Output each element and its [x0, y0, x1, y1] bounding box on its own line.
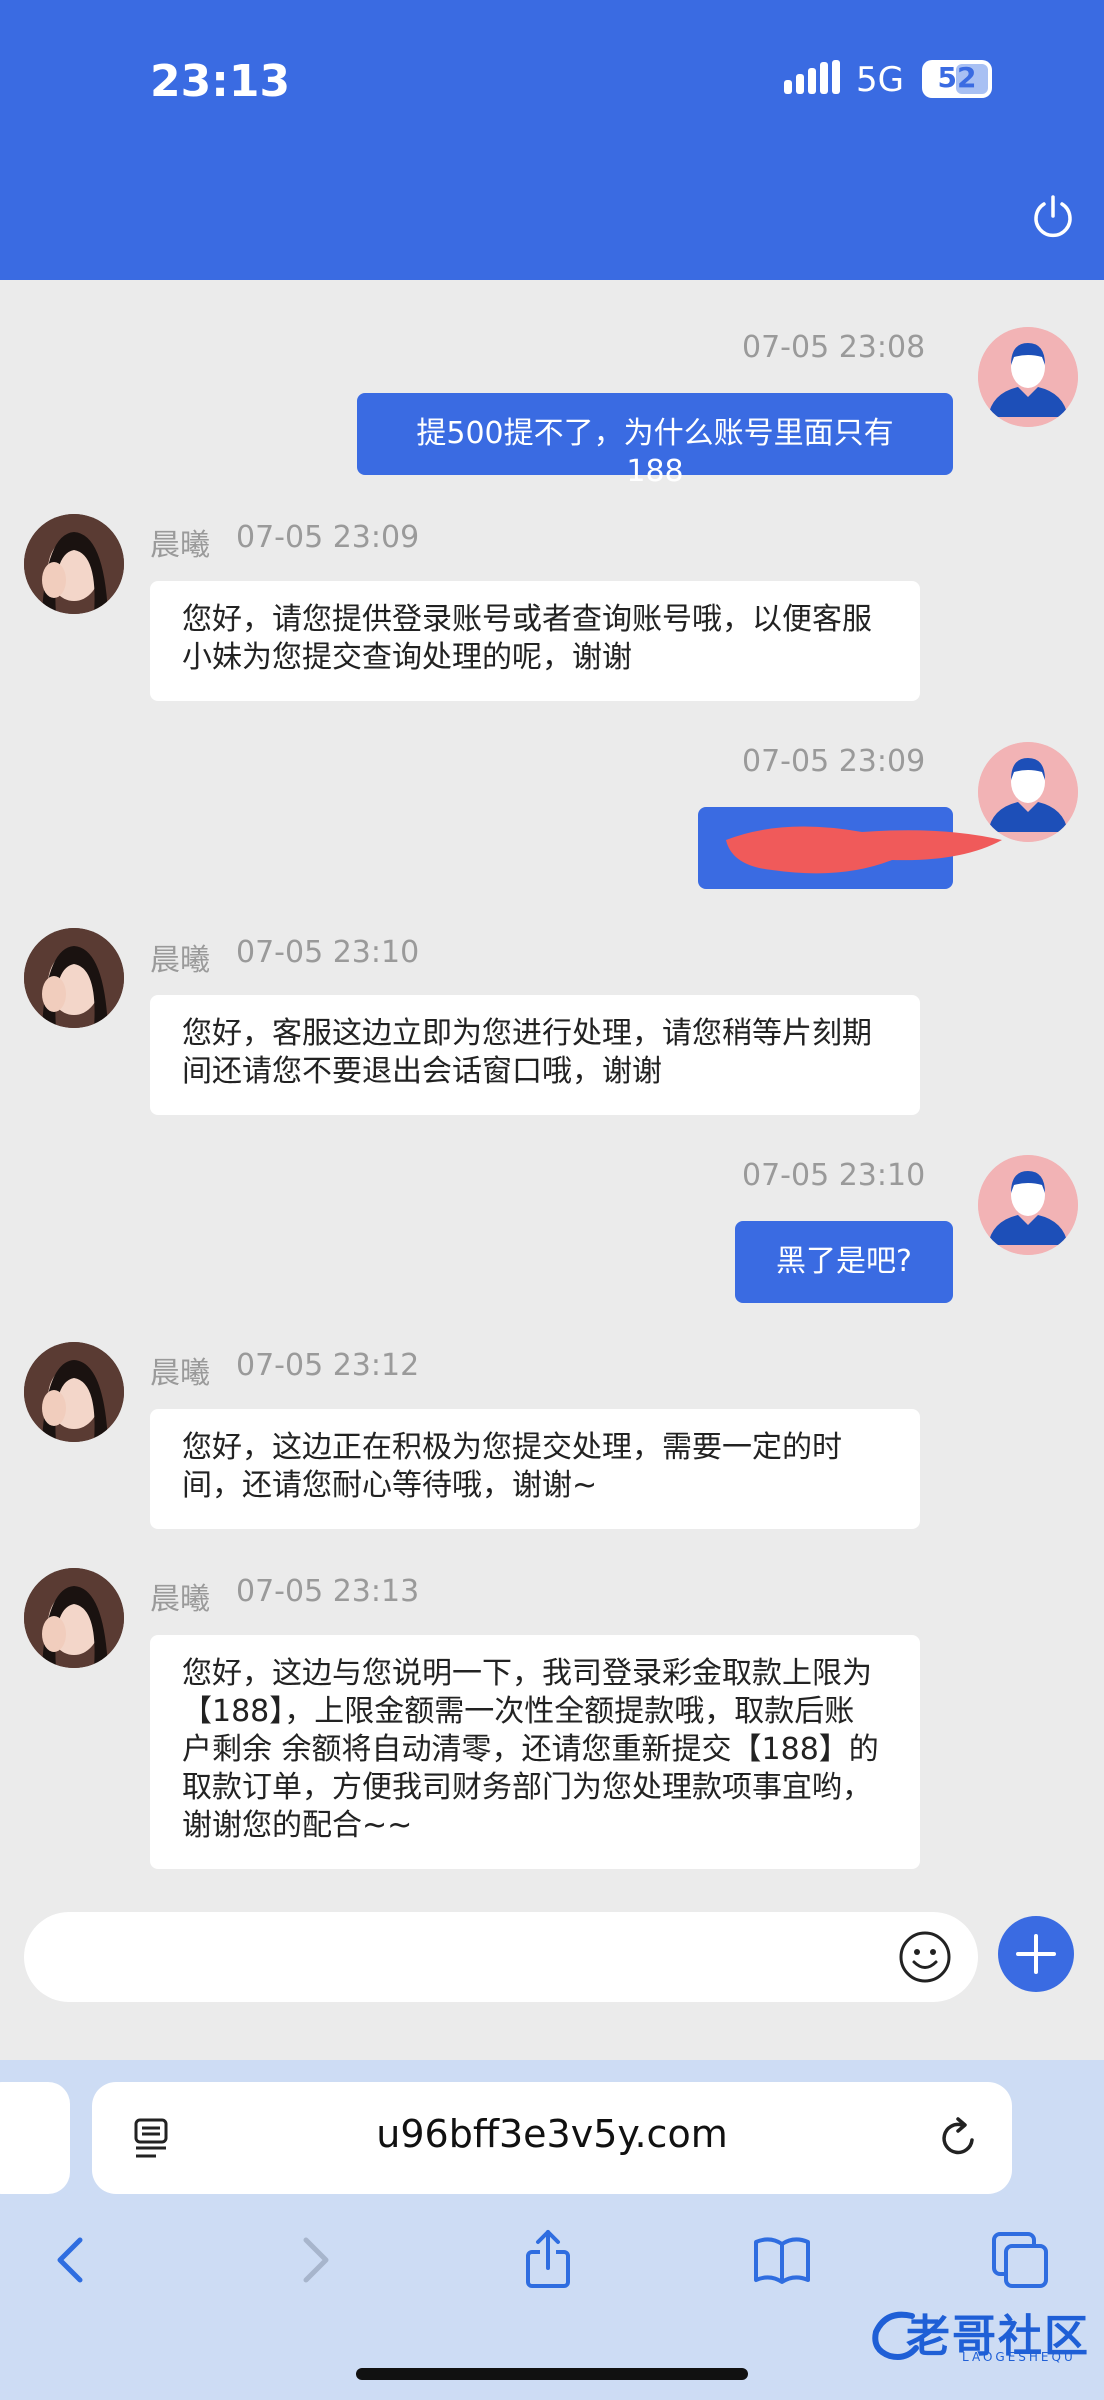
emoji-icon[interactable]: [898, 1930, 952, 1984]
message-timestamp: 07-05 23:08: [742, 330, 926, 365]
incoming-message[interactable]: 您好，这边正在积极为您提交处理，需要一定的时 间，还请您耐心等待哦，谢谢~: [150, 1409, 920, 1529]
agent-name: 晨曦: [150, 1356, 210, 1391]
chat-area: 07-05 23:08 提500提不了，为什么账号里面只有188 晨曦 07-0…: [0, 280, 1104, 1880]
redaction-scribble: [726, 826, 1002, 874]
message-line: 您好，请您提供登录账号或者查询账号哦，以便客服: [182, 602, 872, 637]
agent-name: 晨曦: [150, 943, 210, 978]
url-text: u96bff3e3v5y.com: [376, 2112, 728, 2156]
agent-avatar: [24, 928, 124, 1028]
user-avatar: [978, 327, 1078, 427]
message-line: 户剩余 余额将自动清零，还请您重新提交【188】的: [182, 1732, 879, 1767]
status-time: 23:13: [150, 56, 291, 107]
signal-icon: [784, 60, 840, 100]
message-line: 您好，这边与您说明一下，我司登录彩金取款上限为: [182, 1656, 872, 1691]
message-line: 【188】，上限金额需一次性全额提款哦，取款后账: [182, 1694, 855, 1729]
address-bar[interactable]: u96bff3e3v5y.com: [92, 2082, 1012, 2194]
tabs-icon[interactable]: [988, 2228, 1052, 2292]
bookmarks-icon[interactable]: [750, 2228, 814, 2292]
incoming-message[interactable]: 您好，这边与您说明一下，我司登录彩金取款上限为 【188】，上限金额需一次性全额…: [150, 1635, 920, 1869]
agent-avatar: [24, 1342, 124, 1442]
outgoing-message[interactable]: 黑了是吧?: [735, 1221, 953, 1303]
outgoing-message[interactable]: 提500提不了，为什么账号里面只有188: [357, 393, 953, 489]
message-line: 谢谢您的配合~~: [182, 1808, 413, 1843]
plus-button[interactable]: [998, 1916, 1074, 1992]
network-type: 5G: [856, 60, 904, 100]
power-icon[interactable]: [1030, 194, 1076, 240]
agent-name: 晨曦: [150, 1582, 210, 1617]
home-indicator[interactable]: [356, 2368, 748, 2380]
watermark-subtext: LAOGESHEQU: [962, 2350, 1076, 2364]
message-line: 间，还请您耐心等待哦，谢谢~: [182, 1468, 598, 1503]
app-header: 23:13 5G 52: [0, 0, 1104, 280]
incoming-message[interactable]: 您好，请您提供登录账号或者查询账号哦，以便客服 小妹为您提交查询处理的呢，谢谢: [150, 581, 920, 701]
message-line: 您好，这边正在积极为您提交处理，需要一定的时: [182, 1430, 842, 1465]
user-avatar: [978, 742, 1078, 842]
agent-avatar: [24, 514, 124, 614]
share-icon[interactable]: [516, 2228, 580, 2292]
message-timestamp: 07-05 23:10: [236, 935, 420, 970]
message-timestamp: 07-05 23:12: [236, 1348, 420, 1383]
reload-icon[interactable]: [934, 2114, 982, 2162]
message-timestamp: 07-05 23:10: [742, 1158, 926, 1193]
message-line: 取款订单，方便我司财务部门为您处理款项事宜哟，: [182, 1770, 872, 1805]
battery-icon: 52: [922, 60, 992, 98]
message-line: 间还请您不要退出会话窗口哦，谢谢: [182, 1054, 662, 1089]
message-line: 您好，客服这边立即为您进行处理，请您稍等片刻期: [182, 1016, 872, 1051]
forward-icon[interactable]: [282, 2228, 346, 2292]
message-timestamp: 07-05 23:13: [236, 1574, 420, 1609]
previous-tab-preview[interactable]: [0, 2082, 70, 2194]
message-timestamp: 07-05 23:09: [236, 520, 420, 555]
plus-icon: [1016, 1934, 1056, 1974]
incoming-message[interactable]: 您好，客服这边立即为您进行处理，请您稍等片刻期 间还请您不要退出会话窗口哦，谢谢: [150, 995, 920, 1115]
message-input[interactable]: [24, 1912, 978, 2002]
agent-name: 晨曦: [150, 528, 210, 563]
back-icon[interactable]: [40, 2228, 104, 2292]
watermark-logo: 老哥社区 LAOGESHEQU: [866, 2298, 1094, 2368]
user-avatar: [978, 1155, 1078, 1255]
message-line: 小妹为您提交查询处理的呢，谢谢: [182, 640, 632, 675]
battery-level: 52: [937, 61, 977, 94]
agent-avatar: [24, 1568, 124, 1668]
message-input-bar: [0, 1880, 1104, 2060]
message-timestamp: 07-05 23:09: [742, 744, 926, 779]
